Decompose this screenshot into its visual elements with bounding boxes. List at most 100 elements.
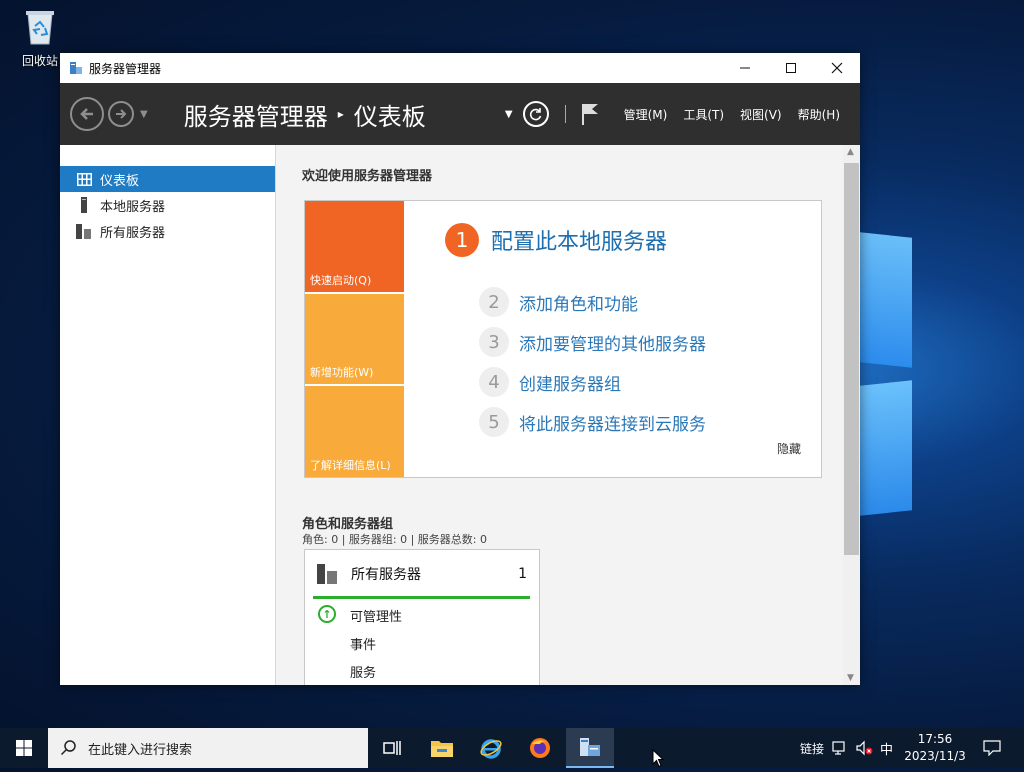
notification-icon [983, 740, 1001, 756]
quick-start-panel: 快速启动(Q) 新增功能(W) 了解详细信息(L) 1 配置此本地服务器 2 添… [304, 200, 822, 478]
step-connect-cloud[interactable]: 5 将此服务器连接到云服务 [479, 407, 706, 437]
app-header: ▼ 服务器管理器 ▸ 仪表板 ▼ 管理(M) 工具(T) 视图(V) 帮助(H) [60, 83, 860, 145]
breadcrumb-current: 仪表板 [353, 102, 426, 131]
mouse-cursor-icon [652, 748, 665, 772]
status-bar [313, 596, 530, 599]
breadcrumb-dropdown-icon[interactable]: ▼ [505, 109, 513, 120]
step-number: 2 [479, 287, 509, 317]
header-divider [564, 105, 566, 123]
title-bar[interactable]: 服务器管理器 [60, 53, 860, 83]
task-view-button[interactable] [368, 728, 416, 768]
scroll-down-icon[interactable]: ▼ [847, 673, 854, 683]
all-servers-icon [76, 223, 92, 239]
arrow-left-icon [80, 108, 93, 120]
tray-link-label[interactable]: 链接 [800, 728, 824, 768]
card-row-events[interactable]: 事件 [350, 634, 376, 653]
sidebar-item-label: 所有服务器 [100, 225, 166, 241]
sidebar: 仪表板 本地服务器 所有服务器 [60, 145, 276, 685]
tab-quick-start[interactable]: 快速启动(Q) [305, 201, 404, 292]
tab-learn-more[interactable]: 了解详细信息(L) [305, 386, 404, 477]
server-manager-icon [580, 738, 600, 756]
volume-muted-icon[interactable] [856, 728, 874, 768]
recycle-bin-icon [23, 6, 57, 46]
roles-summary: 角色: 0 | 服务器组: 0 | 服务器总数: 0 [302, 533, 488, 546]
back-button[interactable] [70, 97, 104, 131]
step-add-roles[interactable]: 2 添加角色和功能 [479, 287, 638, 317]
menu-tools[interactable]: 工具(T) [683, 106, 724, 123]
task-view-icon [383, 741, 401, 755]
card-title[interactable]: 所有服务器 [351, 564, 518, 584]
step-number: 3 [479, 327, 509, 357]
server-manager-app-icon [69, 61, 83, 75]
server-manager-taskbar-button[interactable] [566, 728, 614, 768]
search-icon [60, 740, 76, 756]
step-add-servers[interactable]: 3 添加要管理的其他服务器 [479, 327, 706, 357]
step-number: 1 [445, 223, 479, 257]
minimize-button[interactable] [722, 53, 768, 83]
all-servers-card[interactable]: 所有服务器 1 ↑ 可管理性 事件 服务 [304, 549, 540, 685]
vertical-scrollbar[interactable]: ▲ ▼ [843, 145, 860, 685]
step-link[interactable]: 将此服务器连接到云服务 [519, 410, 706, 435]
tab-whats-new[interactable]: 新增功能(W) [305, 294, 404, 384]
step-create-group[interactable]: 4 创建服务器组 [479, 367, 621, 397]
breadcrumb-root[interactable]: 服务器管理器 [184, 97, 328, 132]
internet-explorer-button[interactable] [467, 728, 515, 768]
sidebar-item-label: 本地服务器 [100, 199, 166, 215]
hide-link[interactable]: 隐藏 [777, 440, 801, 457]
folder-icon [431, 741, 453, 757]
step-link[interactable]: 添加要管理的其他服务器 [519, 330, 706, 355]
recycle-bin-shortcut[interactable]: 回收站 [14, 6, 66, 69]
dashboard-icon [76, 172, 92, 186]
arrow-right-icon [116, 109, 127, 119]
menu-help[interactable]: 帮助(H) [798, 106, 840, 123]
action-center-button[interactable] [980, 728, 1004, 768]
menu-view[interactable]: 视图(V) [740, 106, 782, 123]
sidebar-item-label: 仪表板 [100, 173, 140, 189]
dashboard-content: 欢迎使用服务器管理器 快速启动(Q) 新增功能(W) 了解详细信息(L) 1 配… [276, 145, 843, 685]
start-button[interactable] [0, 728, 48, 768]
firefox-button[interactable] [516, 728, 564, 768]
taskbar-search-box[interactable]: 在此键入进行搜索 [48, 728, 368, 768]
step-link[interactable]: 添加角色和功能 [519, 290, 638, 315]
step-number: 4 [479, 367, 509, 397]
step-link[interactable]: 创建服务器组 [519, 370, 621, 395]
local-server-icon [76, 197, 92, 213]
desktop-wallpaper-logo [860, 232, 920, 525]
step-link[interactable]: 配置此本地服务器 [491, 224, 667, 256]
window-title: 服务器管理器 [89, 61, 162, 76]
sidebar-item-local-server[interactable]: 本地服务器 [60, 192, 275, 218]
sidebar-item-all-servers[interactable]: 所有服务器 [60, 218, 275, 244]
welcome-title: 欢迎使用服务器管理器 [302, 169, 433, 184]
step-number: 5 [479, 407, 509, 437]
breadcrumb-separator: ▸ [337, 107, 344, 121]
card-count: 1 [518, 566, 527, 582]
notifications-flag-icon[interactable] [580, 102, 600, 126]
windows-logo-icon [16, 740, 32, 756]
scroll-up-icon[interactable]: ▲ [847, 147, 854, 157]
all-servers-icon [317, 564, 337, 584]
refresh-icon [529, 108, 541, 121]
clock-date: 2023/11/3 [904, 749, 966, 763]
scroll-thumb[interactable] [844, 163, 859, 555]
network-icon[interactable] [832, 728, 848, 768]
menu-manage[interactable]: 管理(M) [624, 106, 668, 123]
close-button[interactable] [814, 53, 860, 83]
internet-explorer-icon [480, 739, 502, 759]
card-row-services[interactable]: 服务 [350, 662, 376, 681]
refresh-button[interactable] [522, 101, 549, 127]
breadcrumb: 服务器管理器 ▸ 仪表板 [184, 97, 426, 132]
clock-time: 17:56 [917, 732, 953, 746]
card-row-manageability[interactable]: 可管理性 [350, 606, 402, 625]
roles-section-title: 角色和服务器组 [302, 517, 394, 532]
forward-button[interactable] [108, 101, 134, 127]
maximize-button[interactable] [768, 53, 814, 83]
clock[interactable]: 17:56 2023/11/3 [900, 731, 970, 765]
history-dropdown-icon[interactable]: ▼ [140, 109, 148, 120]
taskbar: 在此键入进行搜索 链接 中 17:56 2023/11/3 [0, 728, 1024, 768]
recycle-bin-label: 回收站 [21, 54, 58, 68]
ime-indicator[interactable]: 中 [880, 728, 893, 768]
file-explorer-button[interactable] [418, 728, 466, 768]
step-configure-local-server[interactable]: 1 配置此本地服务器 [445, 223, 667, 257]
server-manager-window: 服务器管理器 ▼ 服务器管理器 ▸ 仪表板 ▼ 管理(M) 工具(T) 视图(V… [60, 53, 860, 685]
sidebar-item-dashboard[interactable]: 仪表板 [60, 166, 275, 192]
